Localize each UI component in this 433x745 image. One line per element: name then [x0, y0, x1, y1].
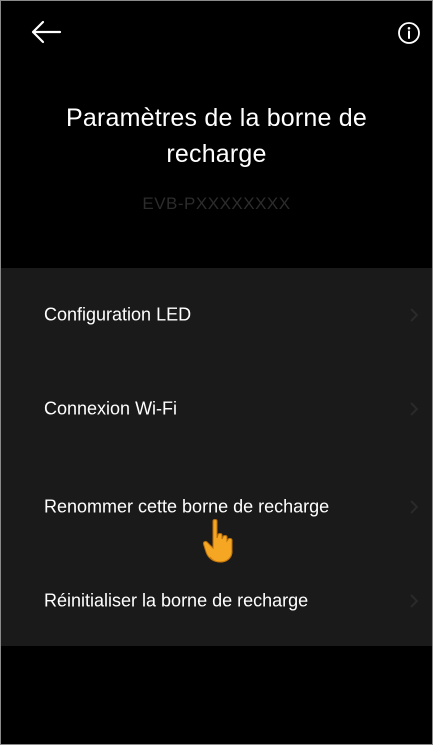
- info-button[interactable]: [392, 16, 426, 50]
- menu-item-reset-charger[interactable]: Réinitialiser la borne de recharge: [0, 554, 433, 648]
- menu-item-wifi-connection[interactable]: Connexion Wi-Fi: [0, 362, 433, 456]
- arrow-left-icon: [31, 20, 62, 44]
- menu-item-label: Réinitialiser la borne de recharge: [44, 590, 309, 611]
- menu-item-led-configuration[interactable]: Configuration LED: [0, 268, 433, 362]
- menu-item-label: Renommer cette borne de recharge: [44, 496, 330, 517]
- chevron-right-icon: [410, 500, 419, 514]
- chevron-right-icon: [410, 594, 419, 608]
- device-id: EVB-PXXXXXXXX: [142, 194, 291, 213]
- info-circle-icon: [398, 22, 420, 44]
- page-title: Paramètres de la borne de recharge: [65, 104, 367, 168]
- settings-menu: Configuration LED Connexion Wi-Fi Renomm…: [0, 268, 433, 646]
- top-bar: [0, 0, 433, 70]
- menu-item-label: Connexion Wi-Fi: [44, 398, 178, 419]
- menu-item-rename-charger[interactable]: Renommer cette borne de recharge: [0, 460, 433, 554]
- chevron-right-icon: [410, 402, 419, 416]
- page-header: Paramètres de la borne de recharge EVB-P…: [0, 100, 433, 214]
- back-button[interactable]: [26, 14, 66, 50]
- chevron-right-icon: [410, 308, 419, 322]
- menu-item-label: Configuration LED: [44, 304, 192, 325]
